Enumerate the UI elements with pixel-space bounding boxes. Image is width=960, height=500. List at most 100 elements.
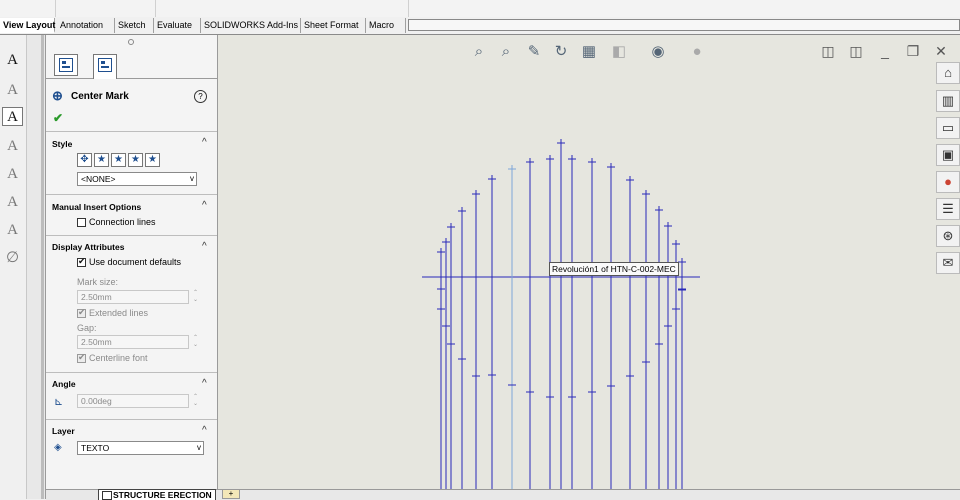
layer-section: Layer ^ ◈ TEXTO v — [46, 419, 217, 466]
style-section: Style ^ ✥ ★ ★ ★ ★ <NONE> v — [46, 131, 217, 202]
tab-macro[interactable]: Macro — [366, 18, 406, 33]
layer-icon: ◈ — [54, 442, 62, 453]
gap-stepper[interactable]: ⌃ ⌄ — [191, 335, 200, 349]
manual-insert-header: Manual Insert Options — [52, 202, 142, 212]
design-library-icon[interactable]: ▥ — [936, 90, 960, 112]
help-icon[interactable]: ? — [194, 90, 207, 103]
display-attributes-header: Display Attributes — [52, 242, 125, 252]
style-dropdown[interactable]: <NONE> v — [77, 172, 197, 186]
view-orientation-icon[interactable]: ◧ — [610, 43, 628, 61]
note-icon[interactable]: A — [2, 51, 23, 70]
solidworks-resources-icon[interactable]: ⊛ — [936, 225, 960, 247]
collapse-handle-icon[interactable] — [128, 39, 134, 45]
tab-annotation[interactable]: Annotation — [57, 18, 115, 33]
gap-label: Gap: — [77, 323, 97, 333]
centerline-font-label: Centerline font — [89, 353, 148, 363]
surface-finish-icon[interactable]: A — [2, 137, 23, 156]
connection-lines-label: Connection lines — [89, 217, 156, 227]
ribbon-divider — [55, 0, 56, 17]
tile-left-icon[interactable]: ◫ — [820, 43, 836, 59]
chevron-up-icon[interactable]: ^ — [202, 241, 207, 252]
mark-size-label: Mark size: — [77, 277, 119, 287]
connection-lines-checkbox[interactable] — [77, 218, 86, 227]
ok-check-icon[interactable]: ✔ — [53, 111, 63, 125]
angle-field[interactable]: 0.00deg — [77, 394, 189, 408]
task-pane: ⌂ ▥ ▭ ▣ ● ☰ ⊛ ✉ — [936, 62, 960, 282]
hole-callout-icon[interactable]: ∅ — [2, 249, 23, 268]
property-manager-icon — [98, 58, 112, 72]
angle-section: Angle ^ ⊾ 0.00deg ⌃ ⌄ — [46, 372, 217, 419]
style-header: Style — [52, 139, 73, 149]
add-style-icon[interactable]: ★ — [94, 153, 109, 167]
zoom-to-area-icon[interactable]: ⌕ — [497, 43, 515, 61]
feature-tree-icon — [59, 58, 73, 72]
appearances-icon[interactable]: ● — [936, 171, 960, 193]
tile-right-icon[interactable]: ◫ — [848, 43, 864, 59]
angle-header: Angle — [52, 379, 76, 389]
panel-gutter — [27, 35, 46, 499]
splitter-bar[interactable] — [41, 35, 44, 499]
section-view-icon[interactable]: ▦ — [580, 43, 598, 61]
linked-note-icon[interactable]: A — [2, 107, 23, 126]
tab-property-manager[interactable] — [93, 54, 117, 79]
chevron-up-icon[interactable]: ^ — [202, 137, 207, 148]
forum-icon[interactable]: ✉ — [936, 252, 960, 274]
chevron-up-icon[interactable]: ^ — [202, 378, 207, 389]
center-mark-icon: ⊕ — [52, 88, 63, 103]
use-document-defaults-checkbox[interactable] — [77, 256, 86, 267]
balloon-icon[interactable]: A — [2, 81, 23, 100]
style-dropdown-value: <NONE> — [81, 174, 116, 184]
sheet-tab[interactable]: STRUCTURE ERECTION — [98, 489, 216, 500]
ribbon-divider — [155, 0, 156, 17]
use-document-defaults-label: Use document defaults — [89, 257, 182, 267]
angle-icon: ⊾ — [54, 396, 64, 408]
property-manager: ⊕ Center Mark ? ✔ Style ^ ✥ ★ ★ ★ ★ <NON… — [46, 35, 218, 490]
ribbon-divider — [408, 0, 409, 17]
chevron-down-icon: v — [190, 174, 194, 183]
command-manager-tabs: View Layout Annotation Sketch Evaluate S… — [0, 17, 960, 35]
tab-evaluate[interactable]: Evaluate — [154, 18, 201, 33]
tab-feature-manager[interactable] — [54, 54, 78, 76]
load-style-icon[interactable]: ★ — [145, 153, 160, 167]
top-ribbon-strip — [0, 0, 960, 17]
tab-sketch[interactable]: Sketch — [115, 18, 154, 33]
tab-sheet-format[interactable]: Sheet Format — [301, 18, 366, 33]
delete-style-icon[interactable]: ★ — [111, 153, 126, 167]
mark-size-stepper[interactable]: ⌃ ⌄ — [191, 290, 200, 304]
centerline-font-checkbox[interactable] — [77, 352, 86, 363]
extended-lines-checkbox[interactable] — [77, 307, 86, 318]
chevron-up-icon[interactable]: ^ — [202, 425, 207, 436]
selection-tooltip: Revolución1 of HTN-C-002-MEC — [549, 262, 679, 276]
save-style-icon[interactable]: ★ — [128, 153, 143, 167]
scene-icon[interactable]: ● — [688, 43, 706, 61]
gap-field[interactable]: 2.50mm — [77, 335, 189, 349]
display-attributes-section: Display Attributes ^ Use document defaul… — [46, 235, 217, 371]
custom-properties-icon[interactable]: ☰ — [936, 198, 960, 220]
zoom-to-fit-icon[interactable]: ⌕ — [470, 43, 488, 61]
tab-solidworks-add-ins[interactable]: SOLIDWORKS Add-Ins — [201, 18, 301, 33]
chevron-up-icon[interactable]: ^ — [202, 200, 207, 211]
weld-symbol-icon[interactable]: A — [2, 165, 23, 184]
hide-show-items-icon[interactable]: ◉ — [649, 43, 667, 61]
layer-dropdown[interactable]: TEXTO v — [77, 441, 204, 455]
close-icon[interactable]: ✕ — [933, 43, 949, 59]
home-icon[interactable]: ⌂ — [936, 62, 960, 84]
extended-lines-label: Extended lines — [89, 308, 149, 318]
datum-target-icon[interactable]: A — [2, 221, 23, 240]
previous-view-icon[interactable]: ✎ — [525, 43, 543, 61]
datum-feature-icon[interactable]: A — [2, 193, 23, 212]
annotation-toolbar: A A A A A A A ∅ — [0, 35, 27, 499]
restore-icon[interactable]: ❐ — [905, 43, 921, 59]
tab-view-layout[interactable]: View Layout — [0, 18, 55, 33]
rotate-view-icon[interactable]: ↻ — [552, 43, 570, 61]
view-palette-icon[interactable]: ▣ — [936, 144, 960, 166]
apply-default-style-icon[interactable]: ✥ — [77, 153, 92, 167]
layer-dropdown-value: TEXTO — [81, 443, 110, 453]
minimize-icon[interactable]: _ — [877, 43, 893, 59]
layer-header: Layer — [52, 426, 75, 436]
file-explorer-icon[interactable]: ▭ — [936, 117, 960, 139]
angle-stepper[interactable]: ⌃ ⌄ — [191, 394, 200, 408]
add-sheet-icon[interactable]: + — [222, 489, 240, 499]
mark-size-field[interactable]: 2.50mm — [77, 290, 189, 304]
tab-bar-filler — [408, 19, 960, 31]
